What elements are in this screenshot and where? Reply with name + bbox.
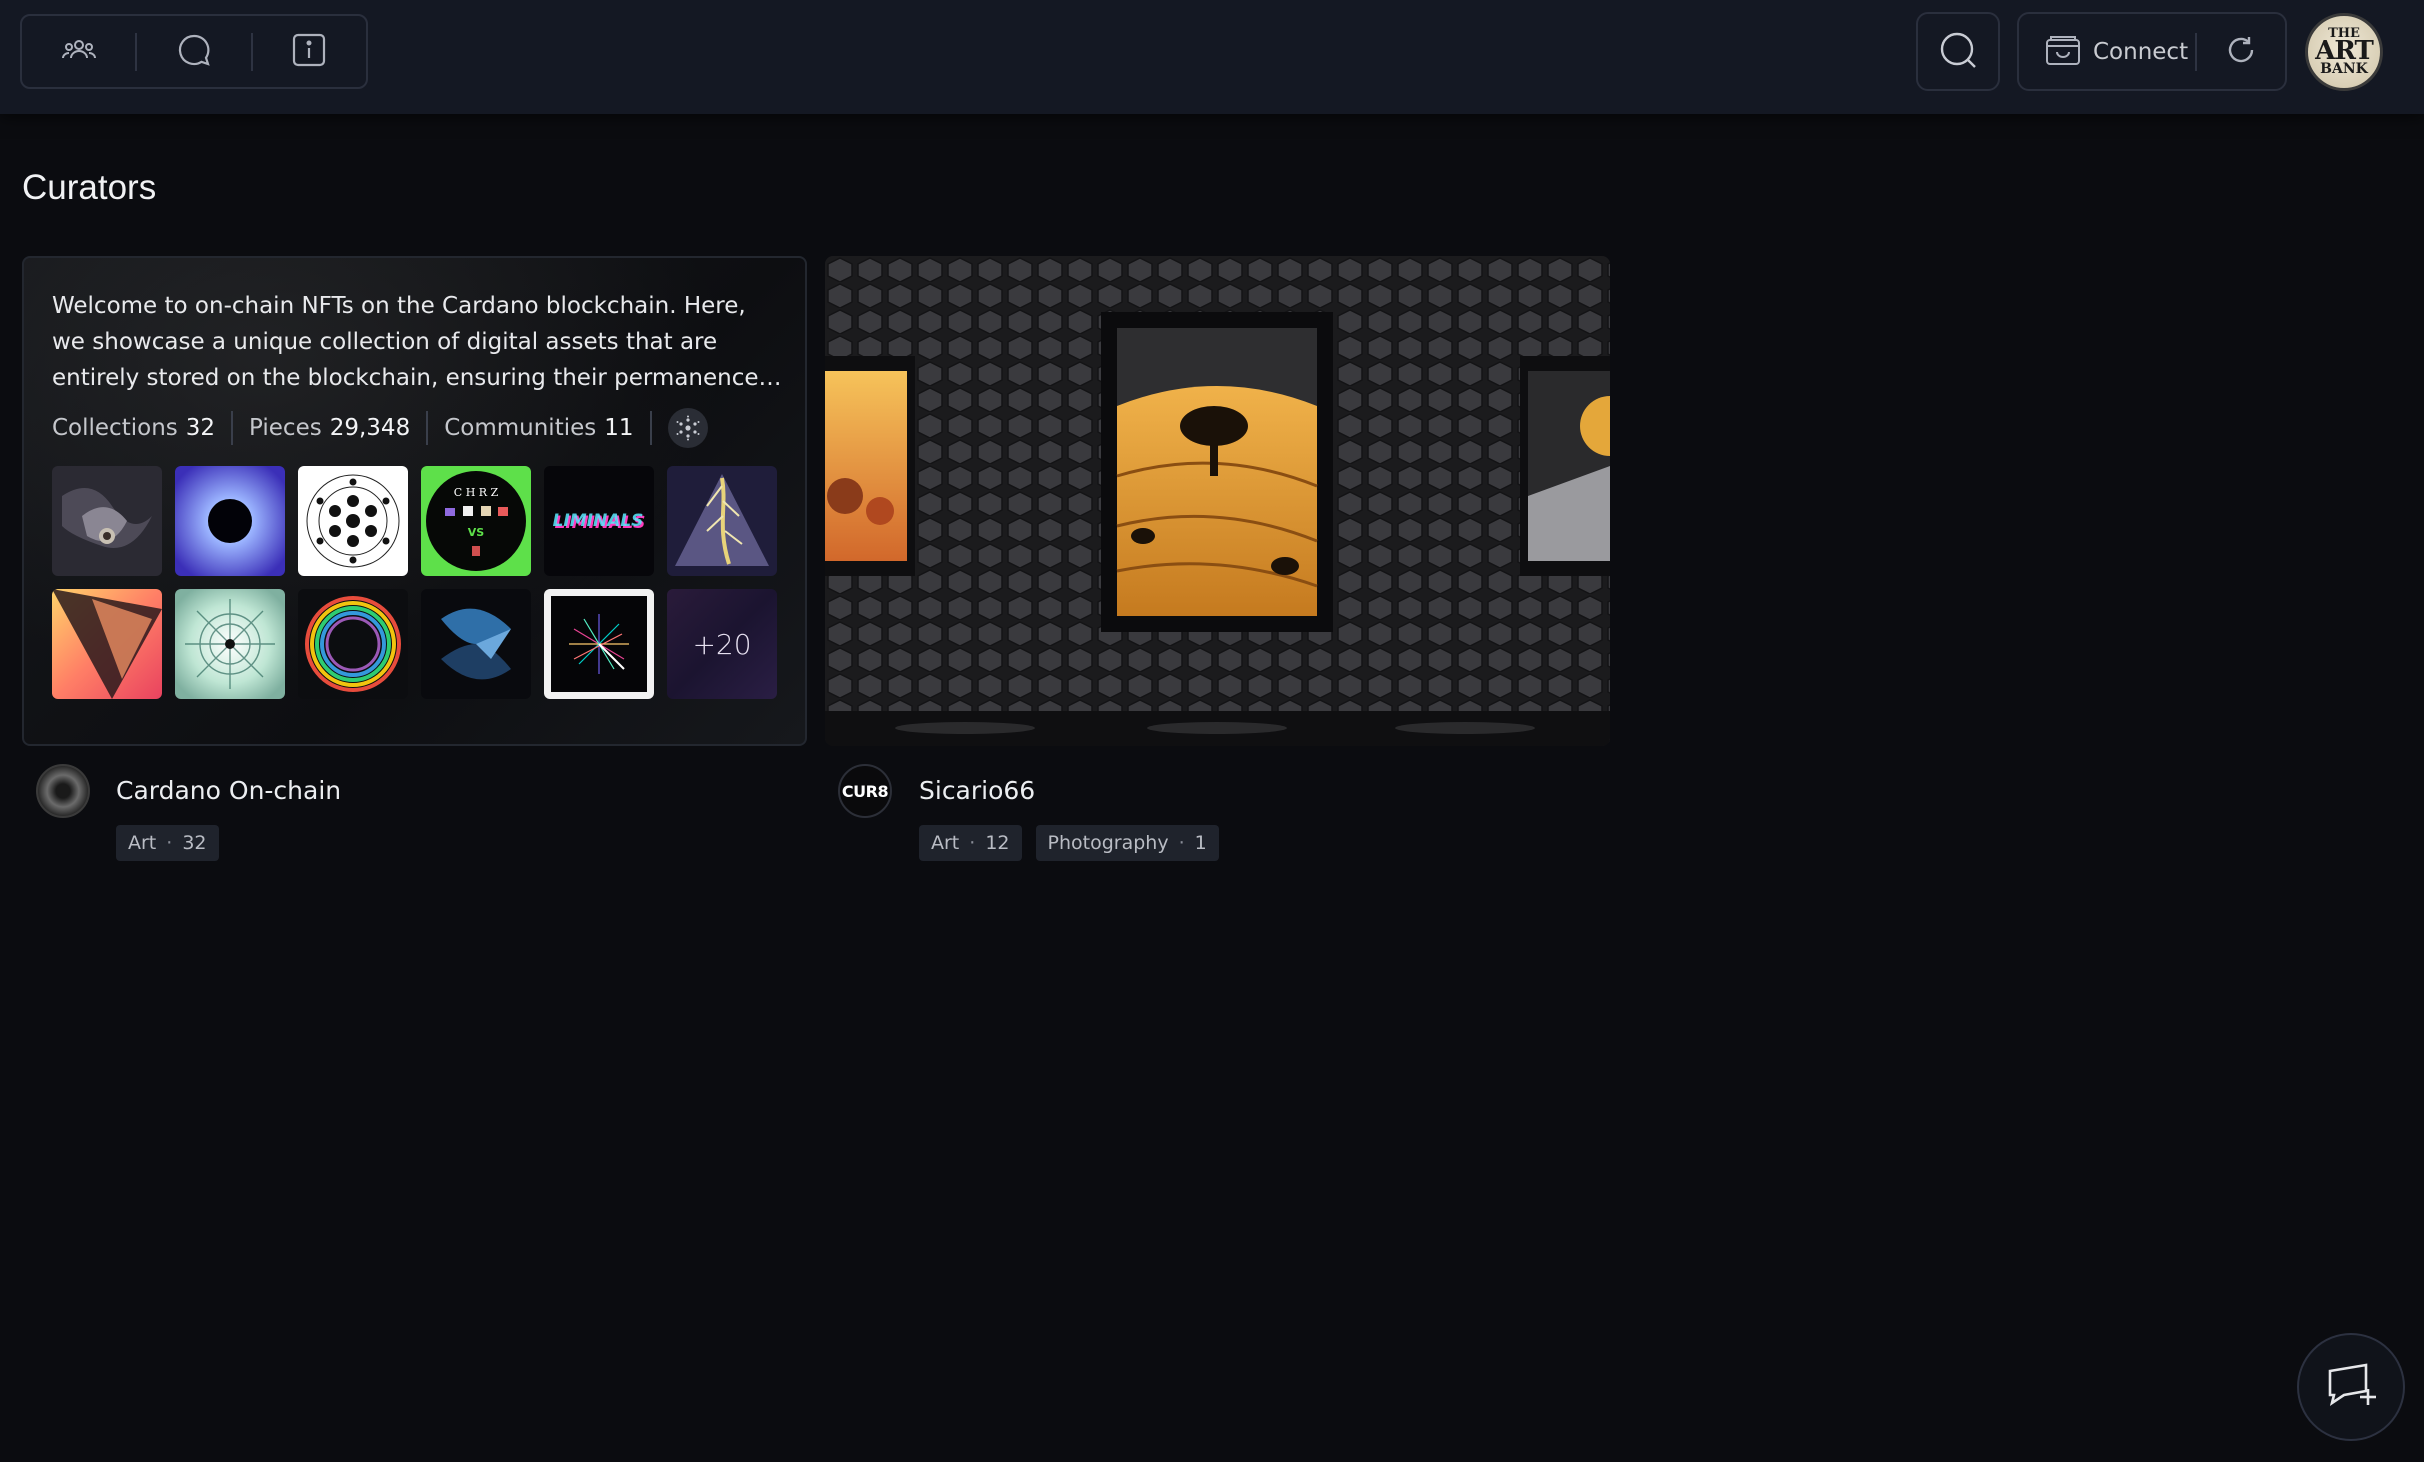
stat-label: Pieces	[249, 415, 322, 441]
collection-thumb[interactable]	[52, 589, 162, 699]
collection-thumbnails: C H R Z VS LIMINALS LIMINALS +20	[52, 466, 784, 699]
curator-tags: Art · 32	[116, 825, 233, 861]
collection-thumb[interactable]	[298, 466, 408, 576]
chrz-title: C H R Z	[454, 486, 499, 499]
curator-tags: Art · 12 Photography · 1	[919, 825, 1233, 861]
cardano-icon	[667, 408, 708, 448]
the-art-bank-logo[interactable]: THE ART BANK	[2305, 13, 2383, 91]
stat-pieces: Pieces 29,348	[249, 415, 410, 441]
tag-label: Photography	[1047, 832, 1169, 854]
collection-thumb[interactable]	[298, 589, 408, 699]
stat-value: 29,348	[329, 415, 411, 441]
logo-text-line3: BANK	[2320, 61, 2368, 78]
collection-thumb[interactable]	[421, 589, 531, 699]
collection-thumb[interactable]: C H R Z VS	[421, 466, 531, 576]
collection-thumb[interactable]: LIMINALS LIMINALS	[544, 466, 654, 576]
collection-thumb[interactable]	[667, 466, 777, 576]
tag-count: 1	[1194, 832, 1207, 854]
curator-name[interactable]: Cardano On-chain	[116, 776, 341, 805]
tag-dot: ·	[1178, 832, 1185, 854]
tag-dot: ·	[166, 832, 173, 854]
info-button[interactable]	[253, 16, 366, 87]
stat-label: Communities	[444, 415, 597, 441]
category-tag[interactable]: Art · 32	[116, 825, 219, 861]
stat-value: 11	[604, 415, 634, 441]
curator-description: Welcome to on-chain NFTs on the Cardano …	[52, 293, 759, 391]
add-screen-icon	[2324, 1361, 2378, 1413]
collection-thumb[interactable]	[175, 466, 285, 576]
logo-text-line2: ART	[2315, 35, 2374, 66]
stat-value: 32	[185, 415, 216, 441]
collection-thumb[interactable]	[544, 589, 654, 699]
liminals-text: LIMINALS	[553, 511, 644, 531]
curator-stats: Collections 32 Pieces 29,348 Communities…	[52, 406, 708, 450]
wallet-icon	[2045, 34, 2081, 70]
connect-button[interactable]: Connect	[2019, 14, 2195, 89]
tag-count: 32	[182, 832, 207, 854]
curator-name[interactable]: Sicario66	[919, 776, 1035, 805]
refresh-icon	[2225, 34, 2257, 70]
tag-count: 12	[985, 832, 1010, 854]
refresh-button[interactable]	[2197, 14, 2285, 89]
collection-thumb[interactable]	[52, 466, 162, 576]
divider	[231, 411, 234, 445]
wallet-group: Connect	[2017, 12, 2287, 91]
avatar-text: CUR8	[841, 781, 889, 801]
stat-label: Collections	[52, 415, 178, 441]
curator-card-cardano[interactable]: Welcome to on-chain NFTs on the Cardano …	[22, 256, 807, 746]
tag-label: Art	[931, 832, 960, 854]
stat-collections: Collections 32	[52, 415, 215, 441]
search-icon	[1938, 30, 1978, 74]
curator-card-sicario66[interactable]	[825, 256, 1610, 746]
users-icon	[61, 38, 96, 66]
tag-dot: ·	[969, 832, 976, 854]
curator-avatar[interactable]: CUR8	[838, 764, 892, 818]
chat-button[interactable]	[137, 16, 250, 87]
more-collections-button[interactable]: +20	[667, 589, 777, 699]
chat-icon	[177, 33, 211, 71]
chrz-vs: VS	[468, 526, 485, 539]
category-tag[interactable]: Art · 12	[919, 825, 1022, 861]
page-title: Curators	[22, 168, 157, 207]
communities-button[interactable]	[22, 16, 135, 87]
left-toolbar	[20, 14, 368, 89]
search-button[interactable]	[1916, 12, 2000, 91]
more-count: +20	[692, 627, 752, 661]
stat-communities: Communities 11	[444, 415, 633, 441]
connect-label: Connect	[2093, 38, 2189, 65]
tag-label: Art	[128, 832, 157, 854]
top-bar: Connect THE ART BANK	[0, 0, 2424, 114]
create-button[interactable]	[2297, 1333, 2405, 1441]
curator-avatar[interactable]	[36, 764, 90, 818]
divider	[426, 411, 429, 445]
category-tag[interactable]: Photography · 1	[1035, 825, 1219, 861]
info-icon	[292, 33, 326, 71]
divider	[649, 411, 652, 445]
collection-thumb[interactable]	[175, 589, 285, 699]
